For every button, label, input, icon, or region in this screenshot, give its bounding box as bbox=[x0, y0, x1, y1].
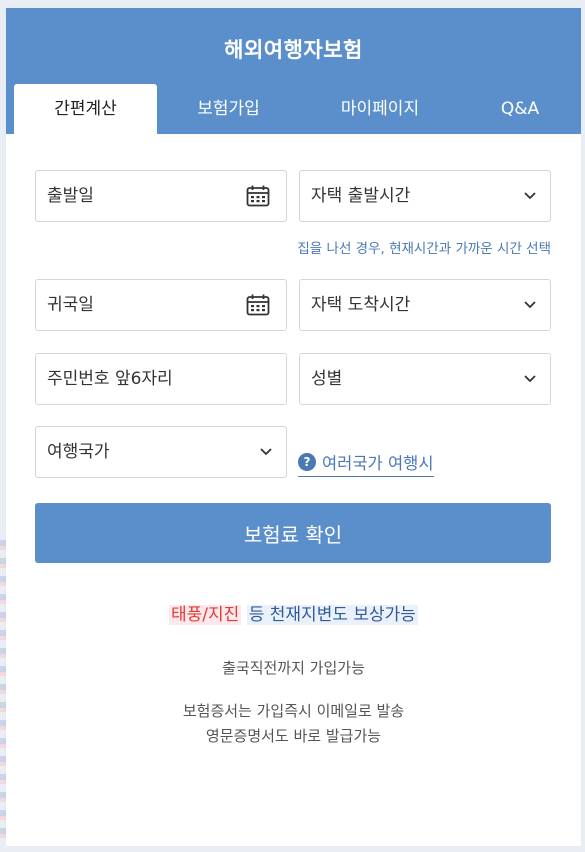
departure-time-help: 집을 나선 경우, 현재시간과 가까운 시간 선택 bbox=[297, 241, 551, 257]
resident-number-placeholder: 주민번호 앞6자리 bbox=[47, 369, 173, 389]
chevron-down-icon bbox=[524, 301, 536, 309]
departure-time-select[interactable]: 자택 출발시간 bbox=[299, 170, 551, 222]
return-date-placeholder: 귀국일 bbox=[47, 295, 94, 315]
tab-qna[interactable]: Q&A bbox=[460, 84, 580, 134]
chevron-down-icon bbox=[524, 192, 536, 200]
gender-select[interactable]: 성별 bbox=[299, 353, 551, 405]
country-select[interactable]: 여행국가 bbox=[35, 426, 287, 478]
question-icon: ? bbox=[298, 453, 316, 471]
arrival-time-placeholder: 자택 도착시간 bbox=[311, 295, 411, 315]
chevron-down-icon bbox=[524, 375, 536, 383]
note-signup-deadline: 출국직전까지 가입가능 bbox=[222, 659, 365, 677]
insurance-widget: 해외여행자보험 간편계산 보험가입 마이페이지 Q&A 출발일 자택 출발시간 … bbox=[6, 8, 581, 846]
multi-country-label: 여러국가 여행시 bbox=[322, 454, 434, 473]
calendar-icon bbox=[246, 294, 270, 316]
tab-quick-calc[interactable]: 간편계산 bbox=[14, 84, 157, 134]
resident-number-input[interactable]: 주민번호 앞6자리 bbox=[35, 353, 287, 405]
country-placeholder: 여행국가 bbox=[47, 442, 110, 462]
arrival-time-select[interactable]: 자택 도착시간 bbox=[299, 279, 551, 331]
departure-date-placeholder: 출발일 bbox=[47, 186, 94, 206]
header: 해외여행자보험 간편계산 보험가입 마이페이지 Q&A bbox=[6, 8, 581, 134]
tab-mypage[interactable]: 마이페이지 bbox=[300, 84, 460, 134]
promo-text: 태풍/지진 등 천재지변도 보상가능 bbox=[6, 600, 581, 625]
tab-bar: 간편계산 보험가입 마이페이지 Q&A bbox=[14, 84, 581, 134]
promo-rest: 등 천재지변도 보상가능 bbox=[246, 605, 418, 625]
note-email-certificate: 보험증서는 가입즉시 이메일로 발송 bbox=[182, 702, 405, 720]
page-title: 해외여행자보험 bbox=[224, 38, 363, 62]
promo-highlight: 태풍/지진 bbox=[169, 605, 242, 625]
chevron-down-icon bbox=[260, 448, 272, 456]
tab-signup[interactable]: 보험가입 bbox=[157, 84, 300, 134]
gender-placeholder: 성별 bbox=[311, 369, 343, 389]
multi-country-link[interactable]: ? 여러국가 여행시 bbox=[298, 450, 434, 477]
return-date-field[interactable]: 귀국일 bbox=[35, 279, 287, 331]
check-premium-button[interactable]: 보험료 확인 bbox=[35, 503, 551, 563]
departure-time-placeholder: 자택 출발시간 bbox=[311, 186, 411, 206]
calendar-icon bbox=[246, 185, 270, 207]
note-english-certificate: 영문증명서도 바로 발급가능 bbox=[205, 727, 382, 745]
departure-date-field[interactable]: 출발일 bbox=[35, 170, 287, 222]
